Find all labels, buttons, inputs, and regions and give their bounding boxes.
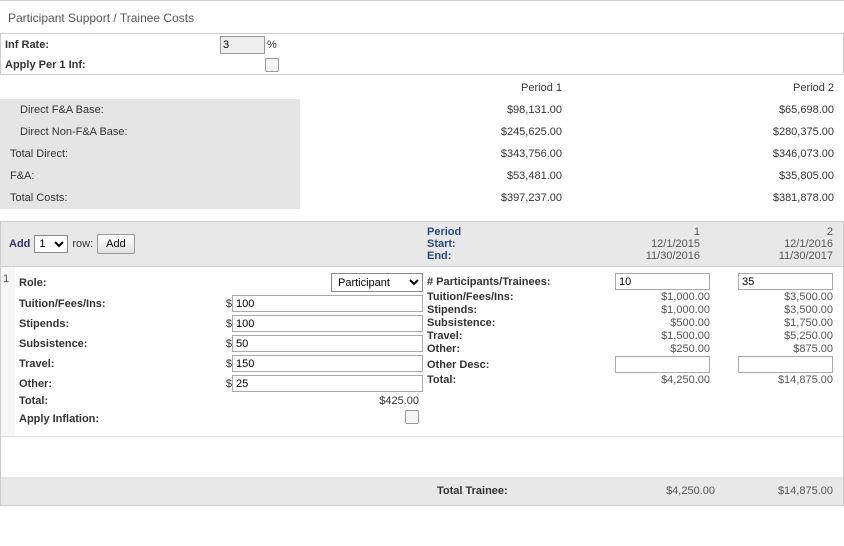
total-trainee-p2: $14,875.00	[715, 485, 833, 497]
subsistence-label: Subsistence:	[19, 338, 224, 350]
row-total-direct: Total Direct:	[0, 143, 300, 165]
entry-total-label: Total:	[19, 395, 224, 407]
percent-sign: %	[267, 39, 277, 51]
apply-inflation-label: Apply Inflation:	[19, 413, 224, 425]
row-total-costs: Total Costs:	[0, 187, 300, 209]
period1-end: 11/30/2016	[567, 250, 700, 262]
period-label: Period	[427, 226, 567, 238]
apply-inflation-checkbox[interactable]	[405, 410, 419, 424]
r-total-label: Total:	[427, 374, 587, 386]
stipends-input[interactable]	[232, 315, 423, 332]
period2-num: 2	[700, 226, 833, 238]
r-subsistence-label: Subsistence:	[427, 317, 587, 329]
other-desc-label: Other Desc:	[427, 359, 587, 371]
p1-participants-input[interactable]	[615, 273, 710, 290]
apply-per1-checkbox[interactable]	[265, 58, 279, 72]
role-label: Role:	[19, 277, 224, 289]
end-label: End:	[427, 250, 567, 262]
period2-start: 12/1/2016	[700, 238, 833, 250]
tuition-input[interactable]	[232, 295, 423, 312]
period1-num: 1	[567, 226, 700, 238]
period1-start: 12/1/2015	[567, 238, 700, 250]
r-tuition-label: Tuition/Fees/Ins:	[427, 291, 587, 303]
add-button[interactable]: Add	[97, 234, 135, 254]
r-other-label: Other:	[427, 343, 587, 355]
stipends-label: Stipends:	[19, 318, 224, 330]
total-trainee-p1: $4,250.00	[597, 485, 715, 497]
inf-rate-label: Inf Rate:	[5, 39, 220, 51]
entry-total-value: $425.00	[224, 395, 423, 407]
start-label: Start:	[427, 238, 567, 250]
row-number: 1	[1, 267, 15, 436]
other-label: Other:	[19, 378, 224, 390]
subsistence-input[interactable]	[232, 335, 423, 352]
period2-header: Period 2	[572, 77, 844, 99]
inf-rate-input[interactable]	[220, 36, 265, 54]
summary-table: Period 1 Period 2 Direct F&A Base:$98,13…	[0, 77, 844, 209]
section-title: Participant Support / Trainee Costs	[0, 0, 844, 33]
period1-header: Period 1	[300, 77, 572, 99]
travel-label: Travel:	[19, 358, 224, 370]
p2-other-desc-input[interactable]	[738, 356, 833, 373]
r-stipends-label: Stipends:	[427, 304, 587, 316]
tuition-label: Tuition/Fees/Ins:	[19, 298, 224, 310]
row-direct-nonfa-base: Direct Non-F&A Base:	[0, 121, 300, 143]
travel-input[interactable]	[232, 355, 423, 372]
row-direct-fa-base: Direct F&A Base:	[0, 99, 300, 121]
add-count-select[interactable]: 1	[34, 235, 68, 253]
other-input[interactable]	[232, 375, 423, 392]
p1-other-desc-input[interactable]	[615, 356, 710, 373]
inflation-bar: Inf Rate: % Apply Per 1 Inf:	[0, 33, 844, 75]
row-fa: F&A:	[0, 165, 300, 187]
role-select[interactable]: Participant	[331, 273, 423, 292]
participants-label: # Participants/Trainees:	[427, 276, 587, 288]
add-label: Add	[9, 238, 30, 250]
total-trainee-label: Total Trainee:	[437, 485, 597, 497]
trainee-panel: Add 1 row: Add Period 1 2 Start: 12/1/20…	[0, 221, 844, 506]
apply-per1-label: Apply Per 1 Inf:	[5, 59, 220, 71]
r-travel-label: Travel:	[427, 330, 587, 342]
p2-participants-input[interactable]	[738, 273, 833, 290]
row-label: row:	[72, 238, 93, 250]
period2-end: 11/30/2017	[700, 250, 833, 262]
